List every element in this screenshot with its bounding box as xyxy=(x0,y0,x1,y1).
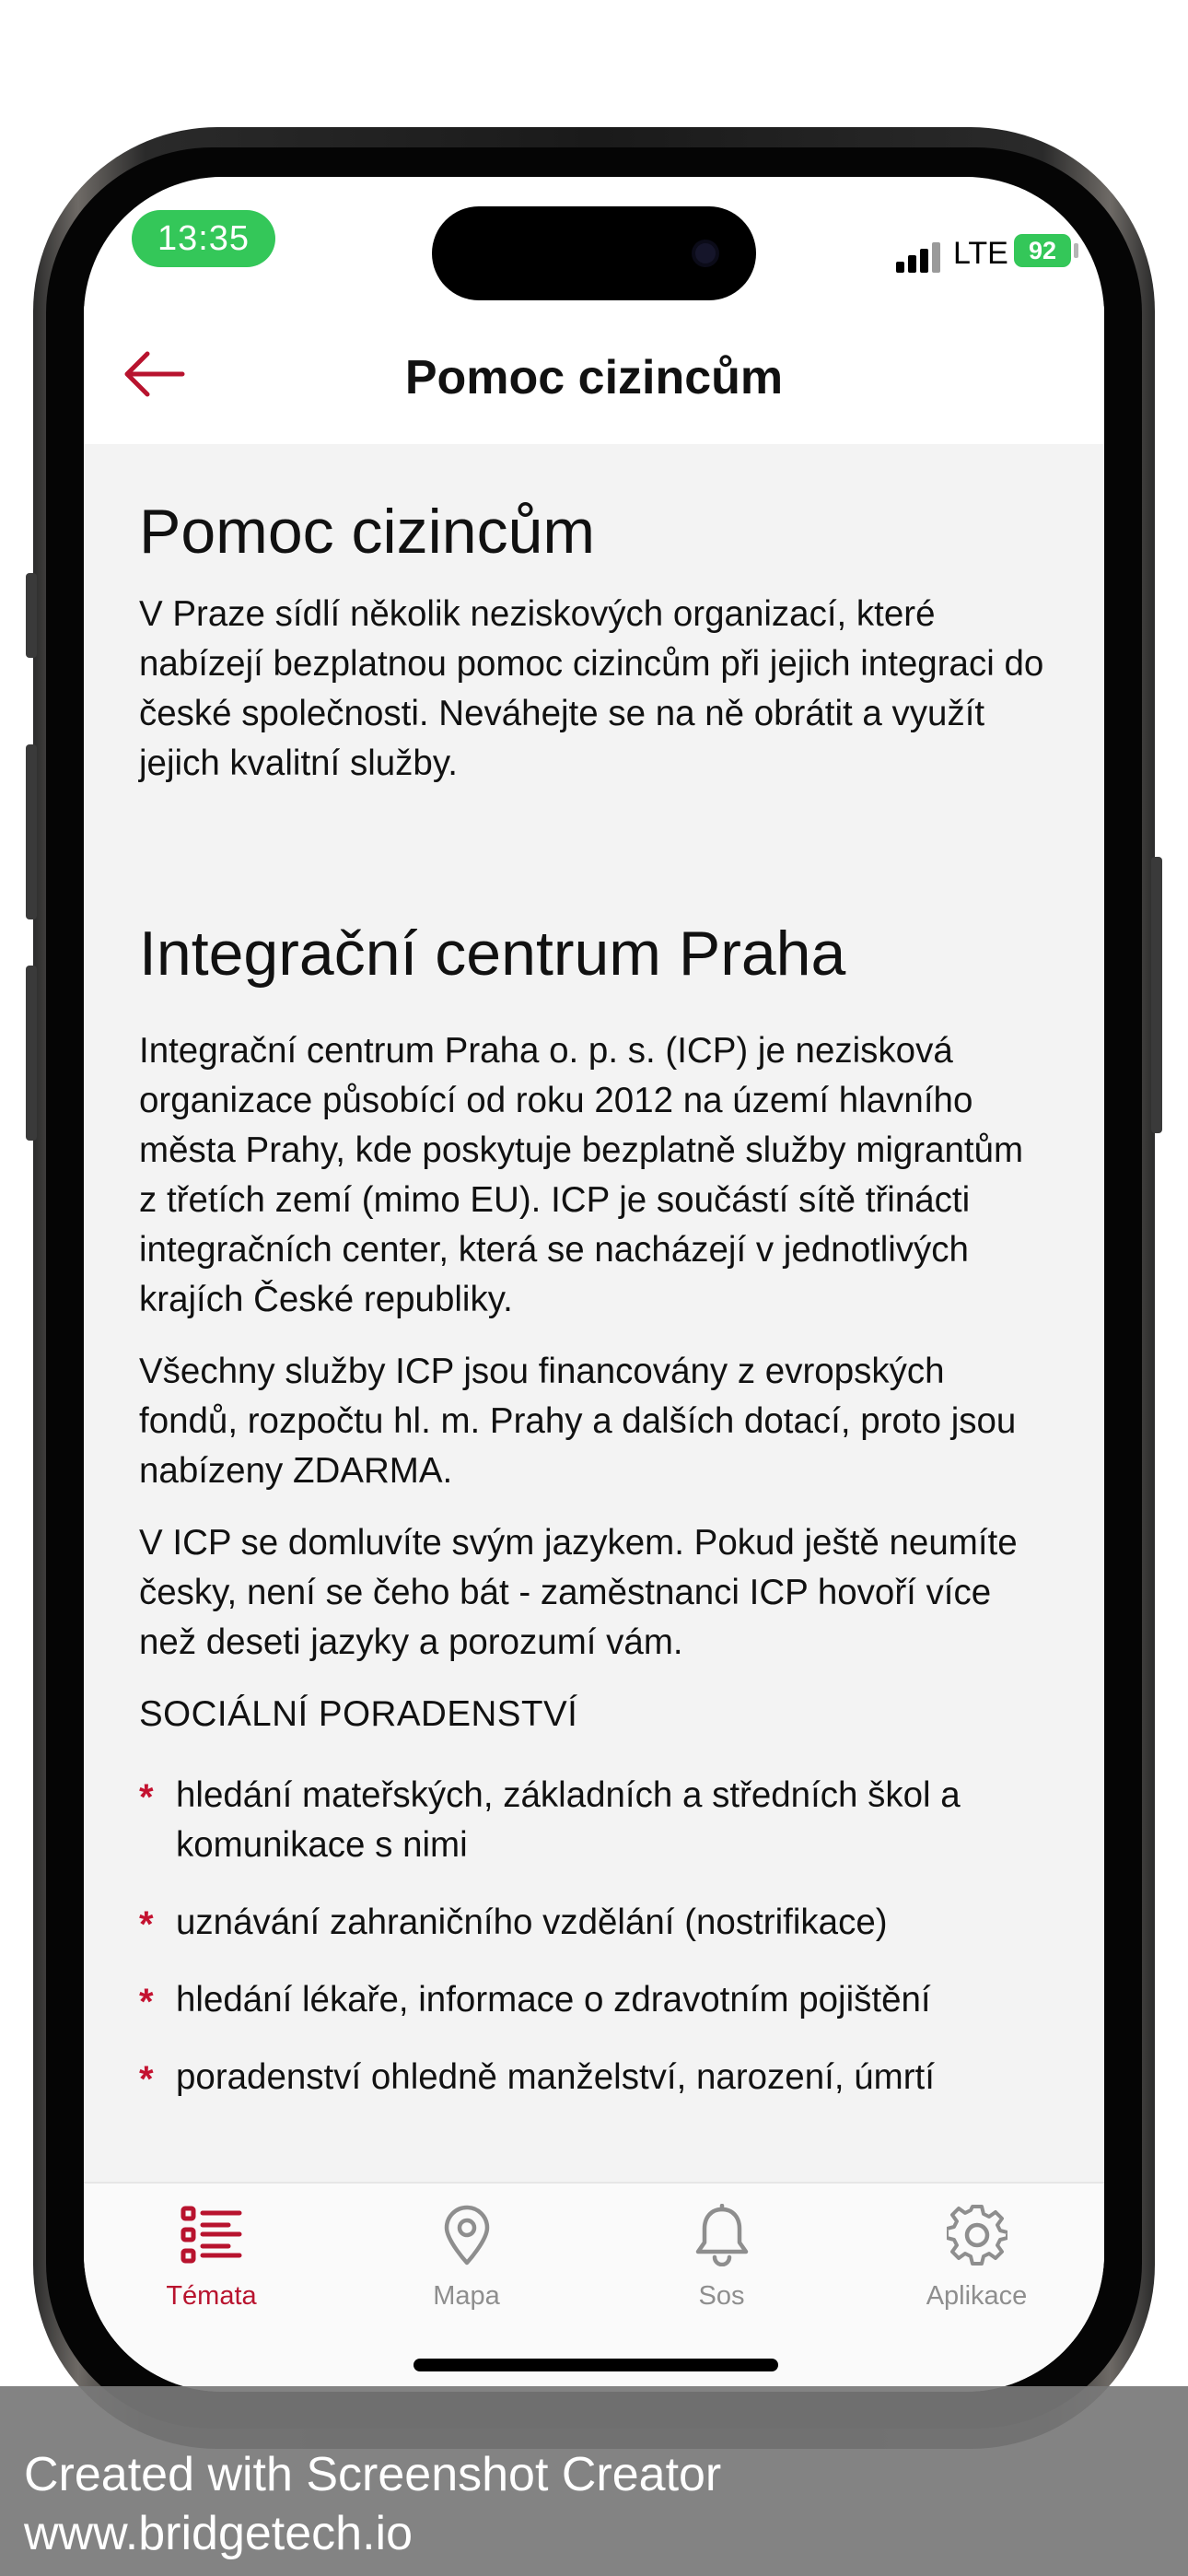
bullet-star-icon: * xyxy=(139,1904,154,1946)
volume-up-button xyxy=(26,744,37,919)
list-item-text: uznávání zahraničního vzdělání (nostrifi… xyxy=(176,1903,888,1943)
action-button xyxy=(26,573,37,658)
gear-icon xyxy=(944,2202,1010,2268)
map-pin-icon xyxy=(434,2202,500,2268)
battery-tip xyxy=(1074,243,1078,258)
nav-header: Pomoc cizincům xyxy=(84,306,1104,444)
tab-mapa[interactable]: Mapa xyxy=(339,2202,594,2340)
bell-icon xyxy=(689,2202,755,2268)
tab-temata[interactable]: Témata xyxy=(84,2202,339,2340)
list-item: * hledání lékaře, informace o zdravotním … xyxy=(139,1975,1049,2025)
tab-label: Aplikace xyxy=(926,2281,1028,2311)
org-paragraph-3: V ICP se domluvíte svým jazykem. Pokud j… xyxy=(139,1523,1018,1663)
intro-paragraph: V Praze sídlí několik neziskových organi… xyxy=(139,594,1044,784)
organization-heading: Integrační centrum Praha xyxy=(139,919,846,989)
tab-aplikace[interactable]: Aplikace xyxy=(849,2202,1104,2340)
org-paragraph-2: Všechny služby ICP jsou financovány z ev… xyxy=(139,1352,1017,1492)
watermark-line-2: www.bridgetech.io xyxy=(24,2507,413,2560)
tab-label: Sos xyxy=(698,2281,745,2311)
tab-label: Mapa xyxy=(433,2281,500,2311)
list-item: * poradenství ohledně manželství, narozen… xyxy=(139,2053,1049,2102)
watermark-banner: Created with Screenshot Creator www.brid… xyxy=(0,2386,1188,2576)
bullet-star-icon: * xyxy=(139,1777,154,1819)
home-indicator[interactable] xyxy=(413,2359,778,2371)
signal-icon xyxy=(896,241,942,273)
org-paragraph-1: Integrační centrum Praha o. p. s. (ICP) … xyxy=(139,1031,1024,1320)
list-icon xyxy=(179,2202,245,2268)
bullet-star-icon: * xyxy=(139,1982,154,2023)
network-type: LTE xyxy=(953,236,1008,271)
page-title: Pomoc cizincům xyxy=(404,351,784,404)
camera-icon xyxy=(692,240,719,267)
list-item-text: hledání mateřských, základních a střední… xyxy=(176,1775,961,1866)
tab-label: Témata xyxy=(166,2281,257,2311)
power-button xyxy=(1151,857,1162,1133)
list-item: * hledání mateřských, základních a středn… xyxy=(139,1771,1049,1870)
bullet-star-icon: * xyxy=(139,2059,154,2101)
phone-screen: 13:35 LTE 92 Pomoc cizincům Pomoc cizinc… xyxy=(84,177,1104,2392)
service-list: * hledání mateřských, základních a středn… xyxy=(139,1771,1049,2102)
section-title: SOCIÁLNÍ PORADENSTVÍ xyxy=(139,1694,578,1735)
article-content[interactable]: Pomoc cizincům V Praze sídlí několik nez… xyxy=(84,444,1104,2182)
dynamic-island xyxy=(432,206,756,300)
list-item-text: poradenství ohledně manželství, narození… xyxy=(176,2057,935,2098)
list-item: * uznávání zahraničního vzdělání (nostrif… xyxy=(139,1898,1049,1948)
list-item-text: hledání lékaře, informace o zdravotním p… xyxy=(176,1980,931,2020)
article-heading: Pomoc cizincům xyxy=(139,497,596,567)
battery-icon: 92 xyxy=(1014,234,1071,267)
watermark-line-1: Created with Screenshot Creator xyxy=(24,2448,722,2501)
tab-sos[interactable]: Sos xyxy=(594,2202,849,2340)
volume-down-button xyxy=(26,966,37,1141)
status-time: 13:35 xyxy=(132,210,275,267)
